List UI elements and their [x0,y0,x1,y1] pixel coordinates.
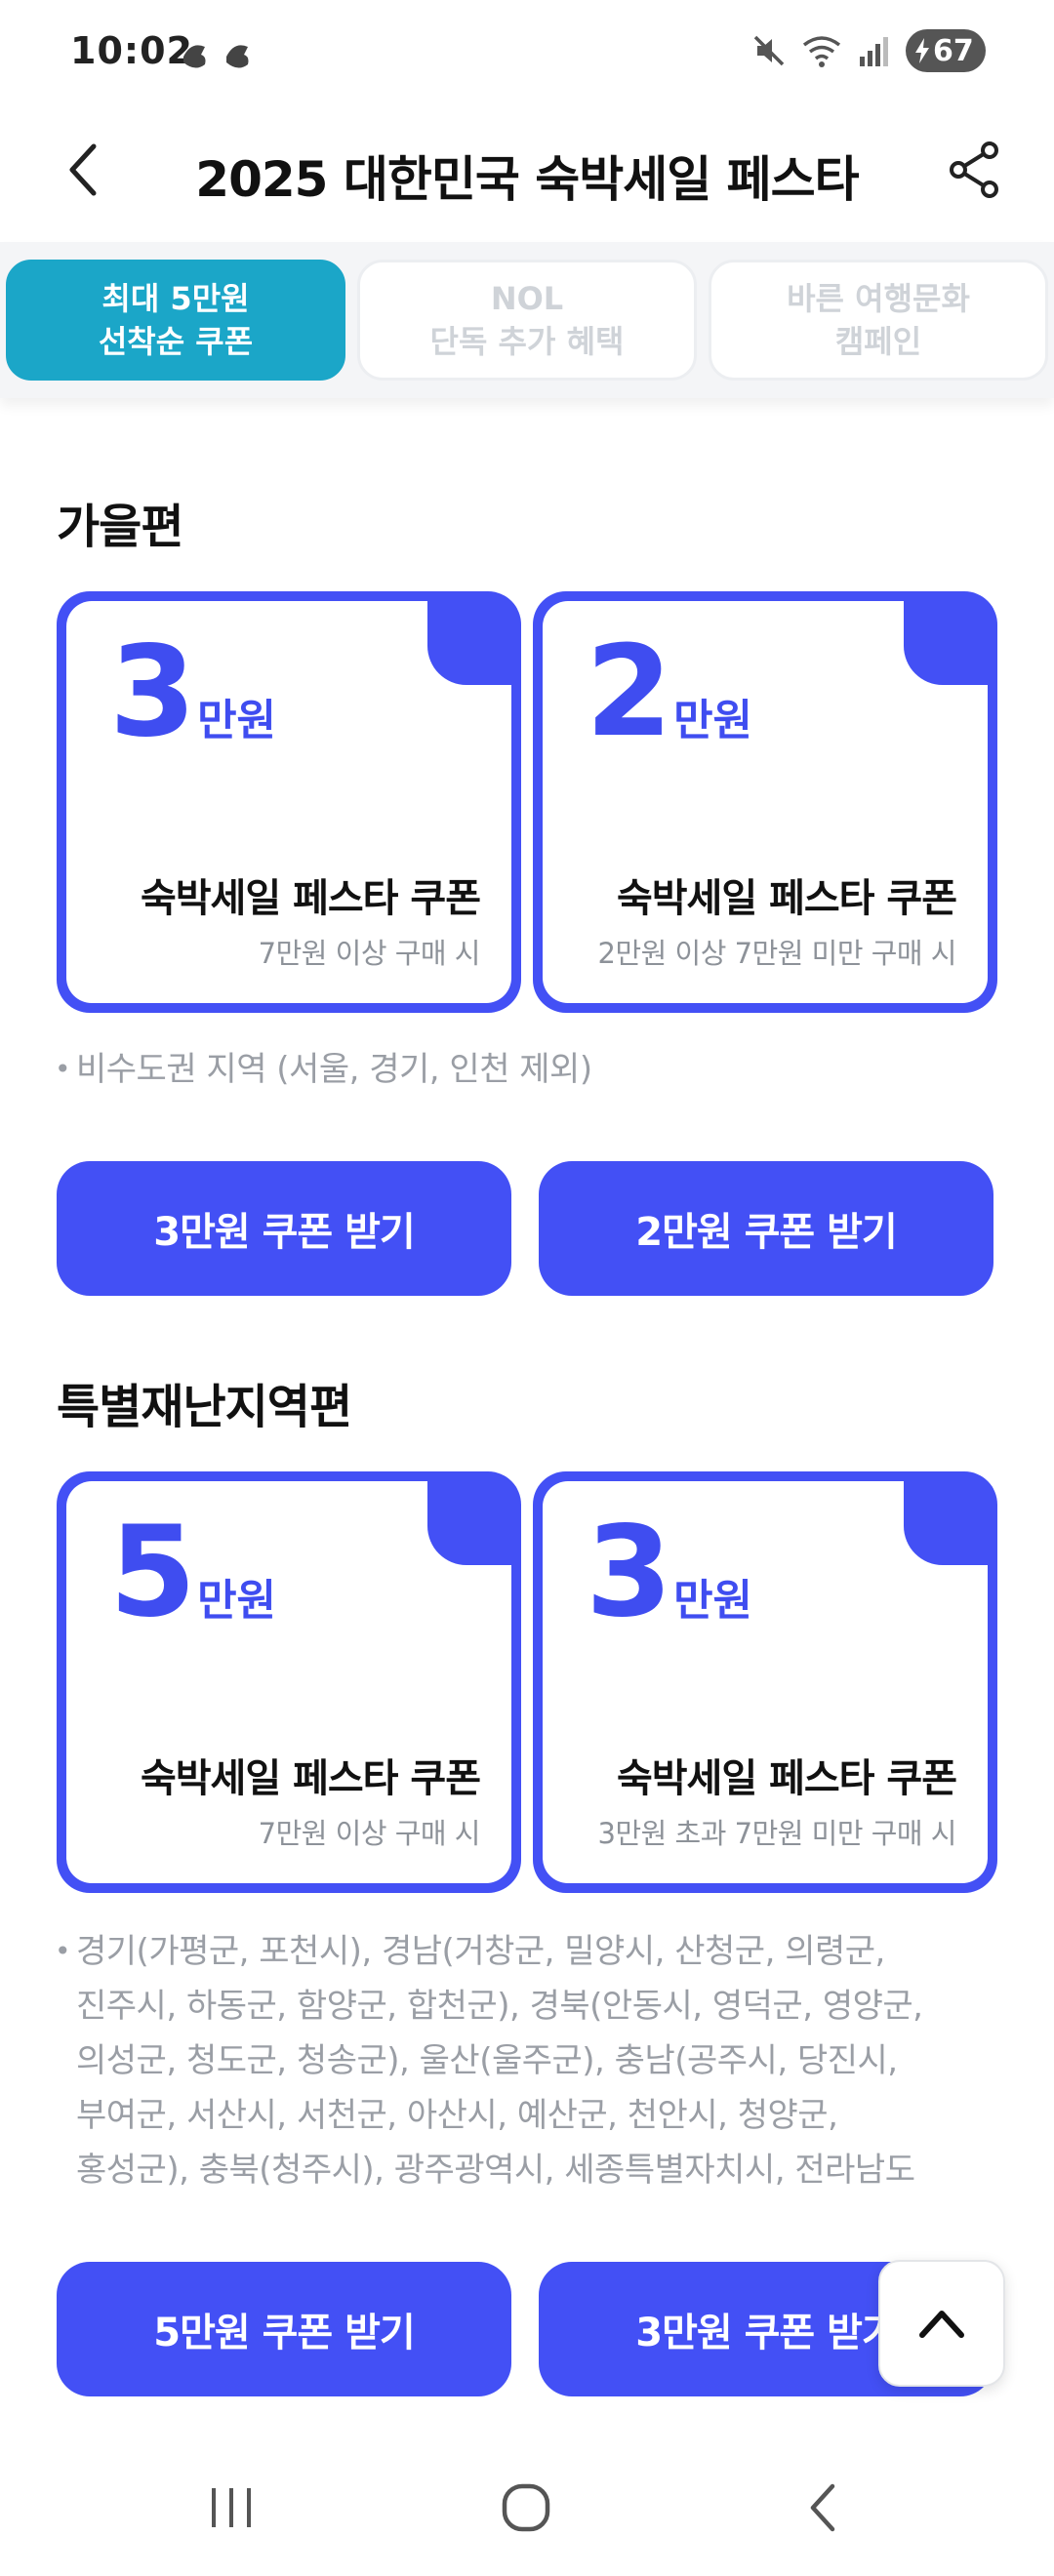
coupon-title: 숙박세일 페스타 쿠폰 [140,876,481,921]
region-note-line: 의성군, 청도군, 청송군), 울산(울주군), 충남(공주시, 당진시, [76,2041,898,2080]
region-note-autumn: • 비수도권 지역 (서울, 경기, 인천 제외) [55,1042,592,1097]
coupon-card: 3 만원 숙박세일 페스타 쿠폰 3만원 초과 7만원 미만 구매 시 [533,1471,997,1893]
coupon-amount: 5 만원 [109,1510,276,1635]
coupon-card: 3 만원 숙박세일 페스타 쿠폰 7만원 이상 구매 시 [57,591,521,1013]
region-note-line: 홍성군), 충북(청주시), 광주광역시, 세종특별자치시, 전라남도 [76,2151,915,2190]
region-note-line: 경기(가평군, 포천시), 경남(거창군, 밀양시, 산청군, 의령군, [76,1932,885,1971]
notification-icons [183,45,249,68]
coupon-title: 숙박세일 페스타 쿠폰 [616,1756,957,1801]
card-corner-fold [904,595,993,685]
home-icon [502,2483,550,2532]
battery-indicator: 67 [906,29,986,72]
tab-coupon-line2: 선착순 쿠폰 [98,323,254,360]
status-right: 67 [751,29,986,72]
coupon-amount: 2 만원 [586,630,752,755]
nav-back-icon [810,2483,835,2532]
coupon-condition: 3만원 초과 7만원 미만 구매 시 [597,1817,957,1850]
system-nav-bar [0,2439,1054,2576]
wifi-icon [802,36,841,67]
get-coupon-button-5[interactable]: 5만원 쿠폰 받기 [57,2262,511,2396]
tab-nol-benefit[interactable]: NOL 단독 추가 혜택 [357,260,697,381]
bullet-icon: • [55,1935,71,1967]
recent-apps-button[interactable] [187,2469,275,2547]
coupon-amount: 3 만원 [586,1510,752,1635]
region-note-text: 비수도권 지역 (서울, 경기, 인천 제외) [76,1050,592,1089]
status-bar: 10:02 67 [0,0,1054,107]
coupon-card-body: 2 만원 숙박세일 페스타 쿠폰 2만원 이상 7만원 미만 구매 시 [543,595,993,1003]
coupon-card-body: 3 만원 숙박세일 페스타 쿠폰 7만원 이상 구매 시 [66,595,517,1003]
header: 2025 대한민국 숙박세일 페스타 [0,117,1054,224]
share-button[interactable] [937,133,1011,207]
coupon-card-body: 5 만원 숙박세일 페스타 쿠폰 7만원 이상 구매 시 [66,1475,517,1883]
mute-icon [753,35,785,66]
get-coupon-button-3[interactable]: 3만원 쿠폰 받기 [57,1161,511,1296]
card-corner-fold [904,1475,993,1565]
coupon-amount-unit: 만원 [197,696,277,745]
coupon-title: 숙박세일 페스타 쿠폰 [140,1756,481,1801]
coupon-card-body: 3 만원 숙박세일 페스타 쿠폰 3만원 초과 7만원 미만 구매 시 [543,1475,993,1883]
bullet-icon: • [55,1053,71,1085]
coupon-card: 2 만원 숙박세일 페스타 쿠폰 2만원 이상 7만원 미만 구매 시 [533,591,997,1013]
region-note-disaster: • 경기(가평군, 포천시), 경남(거창군, 밀양시, 산청군, 의령군, 진… [55,1924,923,2197]
region-note-lines: 경기(가평군, 포천시), 경남(거창군, 밀양시, 산청군, 의령군, 진주시… [76,1924,923,2197]
coupon-amount-unit: 만원 [673,696,753,745]
section-title-disaster: 특별재난지역편 [57,1380,352,1434]
coupon-amount-number: 2 [586,620,672,765]
recent-apps-icon [212,2488,251,2527]
tab-campaign-line1: 바른 여행문화 [787,280,970,317]
card-corner-fold [427,1475,517,1565]
scroll-to-top-button[interactable] [878,2260,1005,2387]
coupon-condition: 7만원 이상 구매 시 [258,937,481,970]
coupon-amount-unit: 만원 [673,1576,753,1626]
coupon-card: 5 만원 숙박세일 페스타 쿠폰 7만원 이상 구매 시 [57,1471,521,1893]
coupon-title: 숙박세일 페스타 쿠폰 [616,876,957,921]
page: 10:02 67 2025 대한민국 숙박세일 페스타 최대 5만원 선착순 쿠… [0,0,1054,2576]
card-corner-fold [427,595,517,685]
tab-campaign-line2: 캠페인 [834,323,922,360]
tab-nol-line1: NOL [490,280,564,317]
coupon-amount-unit: 만원 [197,1576,277,1626]
share-icon [950,141,998,198]
status-time: 10:02 [70,29,193,72]
home-button[interactable] [482,2469,570,2547]
coupon-condition: 7만원 이상 구매 시 [258,1817,481,1850]
bolt-icon [915,38,929,63]
get-coupon-button-2[interactable]: 2만원 쿠폰 받기 [539,1161,993,1296]
tab-nol-line2: 단독 추가 혜택 [429,323,625,360]
nav-back-button[interactable] [779,2469,867,2547]
region-note-line: 진주시, 하동군, 함양군, 합천군), 경북(안동시, 영덕군, 영양군, [76,1987,923,2026]
section-title-autumn: 가을편 [57,500,183,554]
coupon-amount-number: 3 [586,1500,672,1645]
region-note-line: 부여군, 서산시, 서천군, 아산시, 예산군, 천안시, 청양군, [76,2096,838,2135]
coupon-amount-number: 5 [109,1500,196,1645]
signal-icon [860,37,888,66]
coupon-condition: 2만원 이상 7만원 미만 구매 시 [597,937,957,970]
tab-campaign[interactable]: 바른 여행문화 캠페인 [709,260,1048,381]
chevron-up-icon [919,2311,964,2338]
page-title: 2025 대한민국 숙박세일 페스타 [195,151,859,208]
tab-coupon-line1: 최대 5만원 [101,280,250,317]
battery-level: 67 [933,33,974,68]
tab-bar: 최대 5만원 선착순 쿠폰 NOL 단독 추가 혜택 바른 여행문화 캠페인 [0,242,1054,398]
coupon-amount-number: 3 [109,620,196,765]
coupon-amount: 3 만원 [109,630,276,755]
tab-coupon[interactable]: 최대 5만원 선착순 쿠폰 [6,260,345,381]
